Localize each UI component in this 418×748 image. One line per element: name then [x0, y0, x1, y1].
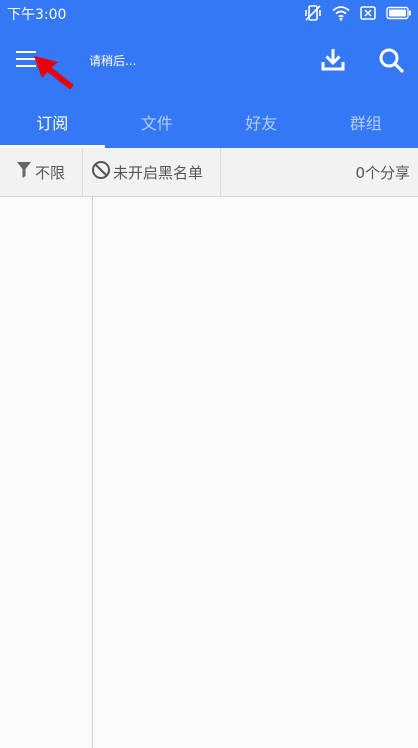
blacklist-toggle[interactable]: 未开启黑名单	[83, 148, 221, 196]
tab-bar: 订阅 文件 好友 群组	[0, 96, 418, 148]
share-count-label: 0个分享	[355, 163, 410, 182]
download-button[interactable]	[316, 43, 350, 77]
right-pane[interactable]	[93, 197, 418, 748]
tab-files[interactable]: 文件	[105, 96, 210, 148]
filter-bar: 不限 未开启黑名单 0个分享	[0, 148, 418, 197]
search-button[interactable]	[374, 43, 408, 77]
filter-button[interactable]: 不限	[0, 148, 83, 196]
tab-subscriptions[interactable]: 订阅	[0, 96, 105, 148]
content-area	[0, 197, 418, 748]
status-icons	[304, 4, 412, 22]
wifi-icon	[332, 5, 350, 21]
left-pane[interactable]	[0, 197, 93, 748]
status-bar: 下午3:00	[0, 0, 418, 26]
block-icon	[91, 160, 111, 184]
filter-icon	[16, 162, 31, 182]
filter-label: 不限	[34, 163, 65, 182]
app-bar: 请稍后...	[0, 26, 418, 96]
app-title: 请稍后...	[89, 54, 137, 68]
blacklist-label: 未开启黑名单	[113, 163, 204, 182]
tab-groups[interactable]: 群组	[314, 96, 418, 148]
vibrate-off-icon	[304, 4, 322, 22]
status-time: 下午3:00	[7, 7, 67, 23]
share-count: 0个分享	[221, 148, 418, 196]
tab-friends[interactable]: 好友	[209, 96, 314, 148]
no-sim-icon	[360, 6, 376, 20]
pointer-arrow-icon	[32, 54, 78, 96]
battery-icon	[386, 6, 412, 20]
